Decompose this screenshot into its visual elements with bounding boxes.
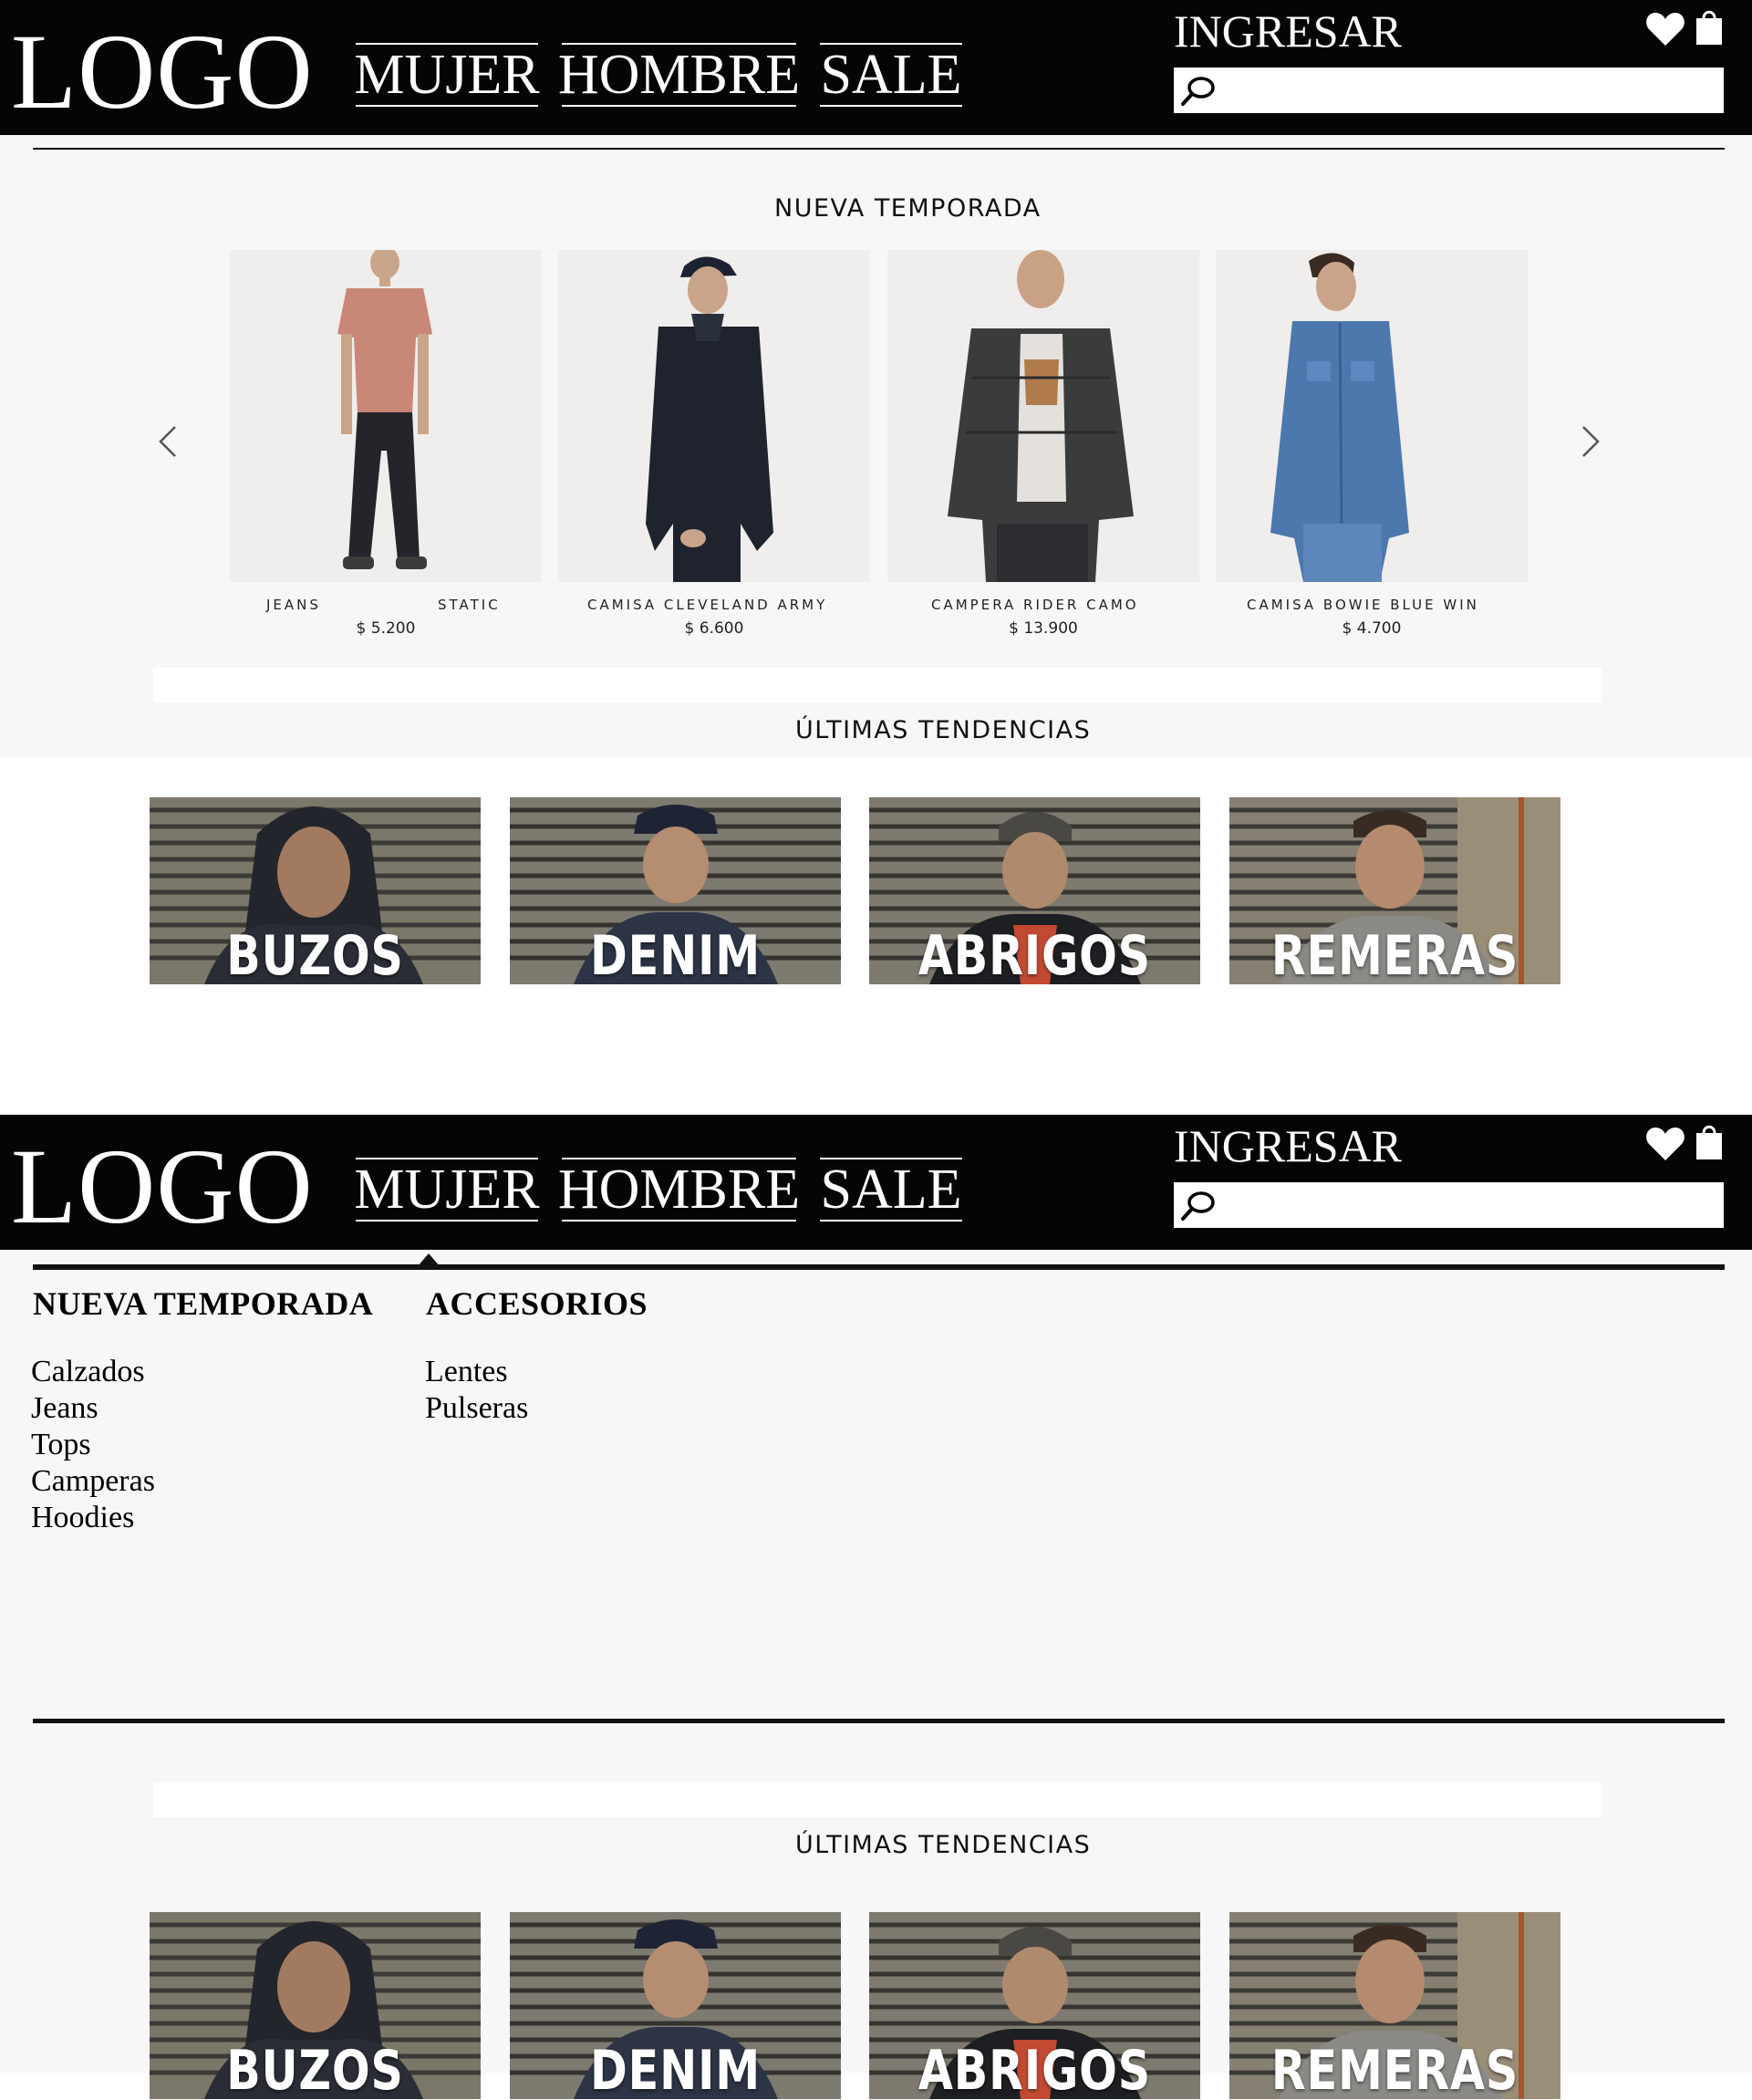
- menu-pointer-icon: [418, 1253, 440, 1266]
- product-price: $ 6.600: [684, 619, 744, 638]
- category-label: ABRIGOS: [917, 2039, 1152, 2099]
- menu-item-hoodies[interactable]: Hoodies: [31, 1500, 134, 1536]
- product-name[interactable]: JEANS: [266, 597, 321, 613]
- shopping-bag-icon[interactable]: [1695, 1122, 1724, 1160]
- product-card[interactable]: CAMPERA RIDER CAMO $ 13.900: [887, 250, 1199, 638]
- product-name[interactable]: CAMPERA RIDER CAMO: [931, 597, 1139, 613]
- heart-icon[interactable]: [1645, 1126, 1685, 1162]
- chevron-right-icon[interactable]: [1576, 423, 1603, 460]
- search-input[interactable]: [1225, 68, 1717, 113]
- search-icon[interactable]: [1179, 1190, 1216, 1222]
- chevron-left-icon[interactable]: [155, 423, 182, 460]
- category-tile-buzos[interactable]: BUZOS: [150, 1912, 481, 2099]
- category-label: REMERAS: [1270, 2039, 1519, 2099]
- menu-column-title-accesorios[interactable]: ACCESORIOS: [426, 1284, 648, 1323]
- menu-item-camperas[interactable]: Camperas: [31, 1463, 155, 1500]
- trends-title: ÚLTIMAS TENDENCIAS: [795, 1831, 1092, 1859]
- category-tile-denim[interactable]: DENIM: [510, 797, 841, 984]
- search-input[interactable]: [1225, 1182, 1717, 1228]
- heart-icon[interactable]: [1645, 11, 1685, 47]
- product-price: $ 5.200: [356, 619, 416, 638]
- new-season-title: NUEVA TEMPORADA: [774, 194, 1042, 223]
- login-link[interactable]: INGRESAR: [1174, 4, 1402, 58]
- menu-column-title-nueva-temporada[interactable]: NUEVA TEMPORADA: [33, 1284, 373, 1323]
- product-name[interactable]: STATIC: [438, 597, 501, 613]
- header-divider: [33, 148, 1725, 150]
- category-label: ABRIGOS: [917, 924, 1152, 984]
- product-name[interactable]: CAMISA BOWIE BLUE WIN: [1247, 597, 1479, 613]
- site-logo[interactable]: LOGO: [11, 4, 314, 140]
- category-tile-abrigos[interactable]: ABRIGOS: [869, 797, 1200, 984]
- nav-mujer[interactable]: MUJER: [354, 1158, 540, 1222]
- product-name[interactable]: CAMISA CLEVELAND ARMY: [587, 597, 827, 613]
- category-tile-remeras[interactable]: REMERAS: [1229, 797, 1560, 984]
- menu-item-pulseras[interactable]: Pulseras: [425, 1390, 528, 1427]
- home-screen: LOGO MUJER HOMBRE SALE INGRESAR NUEVA TE…: [0, 0, 1752, 985]
- promo-banner-strip: [153, 1783, 1602, 1817]
- category-tile-denim[interactable]: DENIM: [510, 1912, 841, 2099]
- search-icon[interactable]: [1179, 75, 1216, 108]
- product-image[interactable]: [1216, 250, 1528, 582]
- category-label: REMERAS: [1270, 924, 1519, 984]
- menu-item-jeans[interactable]: Jeans: [31, 1390, 98, 1427]
- product-card[interactable]: CAMISA BOWIE BLUE WIN $ 4.700: [1216, 250, 1528, 638]
- nav-hombre[interactable]: HOMBRE: [558, 43, 800, 107]
- mega-menu-bottom-border: [33, 1719, 1725, 1723]
- menu-item-lentes[interactable]: Lentes: [425, 1354, 508, 1390]
- product-image[interactable]: [558, 250, 870, 582]
- search-bar[interactable]: [1174, 68, 1724, 113]
- category-label: BUZOS: [226, 924, 404, 984]
- login-link[interactable]: INGRESAR: [1174, 1118, 1402, 1173]
- mega-menu-top-border: [33, 1264, 1725, 1270]
- nav-sale[interactable]: SALE: [820, 43, 962, 107]
- mega-menu-screen: LOGO MUJER HOMBRE SALE INGRESAR NUEVA TE…: [0, 1115, 1752, 2100]
- category-tile-buzos[interactable]: BUZOS: [150, 797, 481, 984]
- trends-title: ÚLTIMAS TENDENCIAS: [795, 716, 1092, 744]
- nav-sale[interactable]: SALE: [820, 1158, 962, 1222]
- menu-item-tops[interactable]: Tops: [31, 1427, 91, 1463]
- product-card[interactable]: JEANS STATIC $ 5.200: [230, 250, 542, 638]
- promo-banner-strip: [153, 668, 1602, 702]
- category-label: DENIM: [589, 924, 761, 984]
- product-card[interactable]: CAMISA CLEVELAND ARMY $ 6.600: [558, 250, 870, 638]
- product-image[interactable]: [887, 250, 1199, 582]
- site-header: LOGO MUJER HOMBRE SALE INGRESAR: [0, 1115, 1752, 1250]
- nav-mujer[interactable]: MUJER: [354, 43, 540, 107]
- shopping-bag-icon[interactable]: [1695, 7, 1724, 46]
- product-price: $ 13.900: [1009, 619, 1078, 638]
- search-bar[interactable]: [1174, 1182, 1724, 1228]
- category-label: BUZOS: [226, 2039, 404, 2099]
- category-tile-abrigos[interactable]: ABRIGOS: [869, 1912, 1200, 2099]
- category-tile-remeras[interactable]: REMERAS: [1229, 1912, 1560, 2099]
- site-header: LOGO MUJER HOMBRE SALE INGRESAR: [0, 0, 1752, 135]
- product-image[interactable]: [230, 250, 542, 582]
- site-logo[interactable]: LOGO: [11, 1118, 314, 1255]
- category-label: DENIM: [589, 2039, 761, 2099]
- product-price: $ 4.700: [1342, 619, 1402, 638]
- nav-hombre[interactable]: HOMBRE: [558, 1158, 800, 1222]
- menu-item-calzados[interactable]: Calzados: [31, 1354, 145, 1390]
